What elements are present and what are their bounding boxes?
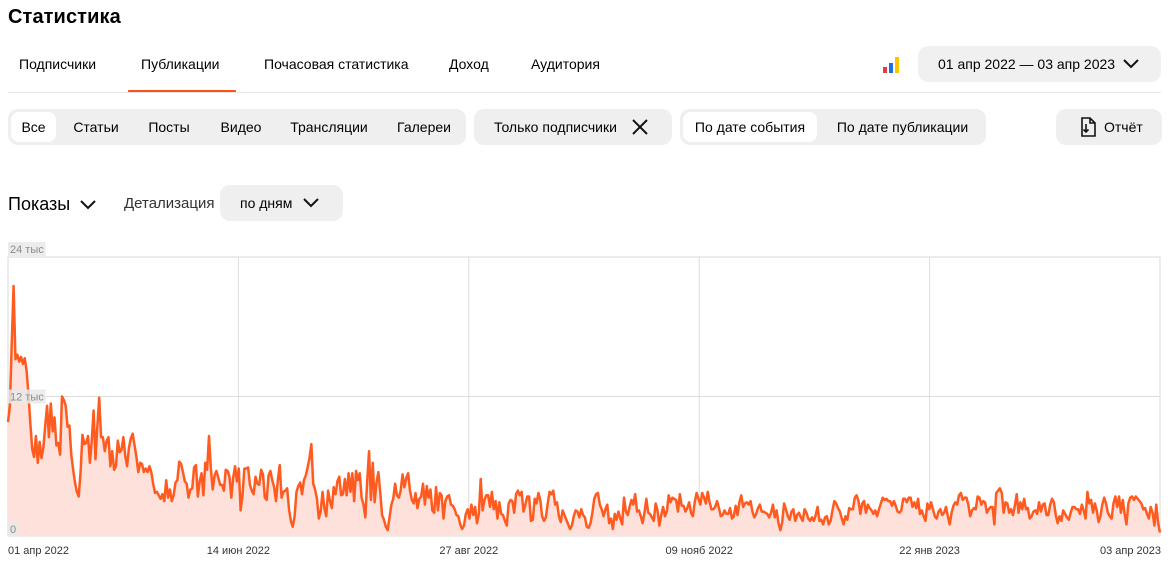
series-area [8, 286, 1160, 536]
detail-label: Детализация [124, 195, 215, 212]
tab-publications[interactable]: Публикации [141, 56, 219, 72]
chevron-down-icon [1123, 56, 1139, 77]
export-file-icon [1079, 117, 1097, 142]
page-title: Статистика [8, 6, 121, 28]
date-range-selector[interactable]: 01 апр 2022 — 03 апр 2023 [918, 46, 1161, 82]
close-icon[interactable] [632, 119, 648, 140]
impressions-chart: 24 тыс 12 тыс 0 01 апр 2022 14 июн 2022 27 а… [6, 242, 1162, 557]
detail-selector[interactable]: по дням [220, 185, 343, 221]
filter-posts[interactable]: Посты [138, 112, 200, 142]
tab-subscribers[interactable]: Подписчики [19, 56, 96, 72]
metric-label: Показы [8, 194, 71, 214]
chevron-down-icon [303, 196, 319, 214]
subscribers-only-chip[interactable]: Только подписчики [474, 109, 672, 145]
tabs-bar: Подписчики Публикации Почасовая статисти… [0, 46, 880, 93]
chevron-down-icon [80, 195, 96, 216]
tab-hourly-stats[interactable]: Почасовая статистика [264, 56, 409, 72]
tabs-divider [8, 92, 1161, 93]
filter-articles[interactable]: Статьи [64, 112, 128, 142]
filter-streams[interactable]: Трансляции [281, 112, 377, 142]
filter-galleries[interactable]: Галереи [388, 112, 460, 142]
x-tick-label: 09 нояб 2022 [666, 545, 733, 557]
by-publication-date-option[interactable]: По дате публикации [823, 112, 982, 142]
filter-all[interactable]: Все [11, 112, 56, 142]
date-mode-toggle: По дате события По дате публикации [680, 109, 986, 145]
x-tick-label: 22 янв 2023 [899, 545, 960, 557]
x-tick-label: 27 авг 2022 [439, 545, 498, 557]
tab-audience[interactable]: Аудитория [531, 56, 600, 72]
content-type-filter: Все Статьи Посты Видео Трансляции Галере… [8, 109, 466, 145]
filter-video[interactable]: Видео [210, 112, 272, 142]
x-axis-ticks: 01 апр 2022 14 июн 2022 27 авг 2022 09 нояб… [8, 545, 1161, 557]
by-event-date-option[interactable]: По дате события [683, 112, 817, 142]
y-tick-label: 24 тыс [10, 244, 44, 256]
y-tick-label: 12 тыс [10, 392, 44, 404]
x-tick-label: 14 июн 2022 [207, 545, 270, 557]
x-tick-label: 03 апр 2023 [1100, 545, 1161, 557]
x-tick-label: 01 апр 2022 [8, 545, 69, 557]
y-tick-label: 0 [10, 524, 16, 536]
tab-income[interactable]: Доход [449, 56, 489, 72]
metric-selector[interactable]: Показы [8, 193, 96, 216]
report-button-label: Отчёт [1104, 119, 1143, 135]
report-button[interactable]: Отчёт [1056, 109, 1162, 145]
date-range-label: 01 апр 2022 — 03 апр 2023 [938, 56, 1116, 72]
bar-chart-logo-icon [882, 54, 902, 74]
detail-value: по дням [240, 195, 293, 211]
subscribers-only-label: Только подписчики [494, 119, 617, 135]
